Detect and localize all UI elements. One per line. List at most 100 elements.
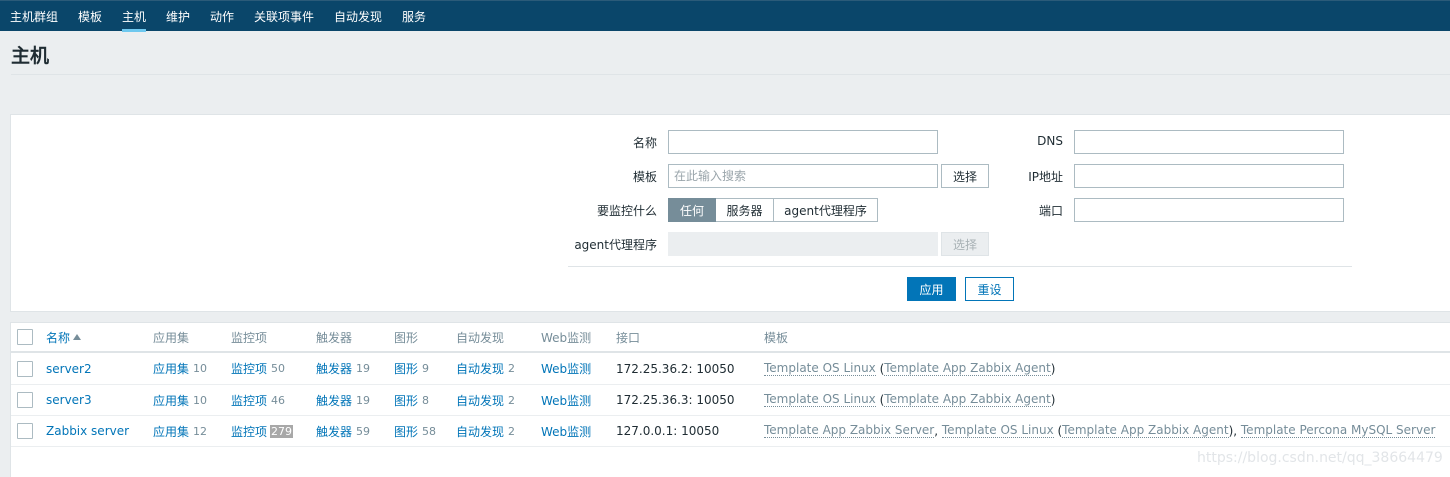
- discovery-count: 2: [508, 424, 516, 438]
- items-count: 46: [271, 393, 286, 407]
- nav-item-maintenance[interactable]: 维护: [166, 8, 190, 32]
- port-label: 端口: [1038, 204, 1063, 218]
- graphs-link[interactable]: 图形: [394, 423, 418, 440]
- items-link[interactable]: 监控项: [231, 392, 267, 409]
- header-graphs: 图形: [394, 330, 419, 345]
- table-row: server3 应用集 10 监控项 46 触发器 19 图形 8 自动发现 2 Web监…: [11, 385, 1450, 416]
- triggers-link[interactable]: 触发器: [316, 360, 352, 377]
- header-applications: 应用集: [153, 330, 190, 345]
- proxy-label: agent代理程序: [574, 238, 657, 252]
- applications-link[interactable]: 应用集: [153, 423, 189, 440]
- page-title: 主机: [11, 45, 50, 67]
- reset-button[interactable]: 重设: [965, 277, 1014, 301]
- applications-count: 12: [193, 424, 208, 438]
- nav-item-discovery[interactable]: 自动发现: [334, 8, 382, 32]
- row-checkbox[interactable]: [17, 360, 33, 377]
- header-triggers: 触发器: [316, 330, 353, 345]
- table-header-row: 名称 应用集 监控项 触发器 图形 自动发现 Web监测 接口 模板: [11, 323, 1450, 353]
- row-checkbox[interactable]: [17, 392, 33, 408]
- monitored-by-selector: 任何 服务器 agent代理程序: [668, 198, 878, 222]
- select-all-checkbox[interactable]: [17, 329, 33, 345]
- dns-label: DNS: [1037, 134, 1063, 148]
- discovery-cell: 自动发现 2: [456, 416, 515, 446]
- host-name-link[interactable]: server2: [46, 353, 92, 384]
- graphs-link[interactable]: 图形: [394, 360, 418, 377]
- applications-count: 10: [193, 362, 208, 375]
- triggers-cell: 触发器 19: [316, 353, 370, 384]
- discovery-cell: 自动发现 2: [456, 353, 515, 384]
- port-input[interactable]: [1074, 198, 1344, 222]
- host-name-link[interactable]: server3: [46, 385, 92, 415]
- nav-item-host-groups[interactable]: 主机群组: [10, 8, 58, 32]
- graphs-count: 58: [422, 424, 437, 438]
- template-link[interactable]: Template OS Linux: [941, 424, 1054, 438]
- discovery-link[interactable]: 自动发现: [456, 392, 504, 409]
- graphs-cell: 图形 58: [394, 416, 436, 446]
- discovery-count: 2: [508, 393, 516, 407]
- discovery-link[interactable]: 自动发现: [456, 360, 504, 377]
- items-count: 279: [270, 424, 294, 438]
- header-name[interactable]: 名称: [46, 323, 82, 351]
- interface-cell: 172.25.36.3: 10050: [616, 393, 735, 407]
- apply-button[interactable]: 应用: [907, 277, 956, 301]
- template-link[interactable]: Template App Zabbix Agent: [1062, 424, 1229, 438]
- monitored-by-proxy[interactable]: agent代理程序: [774, 198, 878, 222]
- web-link[interactable]: Web监测: [541, 385, 591, 415]
- header-web: Web监测: [541, 330, 592, 345]
- triggers-count: 19: [356, 393, 371, 407]
- templates-cell: Template OS Linux (Template App Zabbix A…: [764, 353, 1055, 384]
- items-cell: 监控项 46: [231, 385, 285, 415]
- applications-cell: 应用集 10: [153, 353, 207, 384]
- graphs-cell: 图形 9: [394, 353, 429, 384]
- template-select-button[interactable]: 选择: [941, 164, 989, 188]
- graphs-count: 9: [422, 362, 430, 375]
- header-templates: 模板: [764, 330, 789, 345]
- header-name-label: 名称: [46, 330, 71, 345]
- triggers-link[interactable]: 触发器: [316, 392, 352, 409]
- applications-cell: 应用集 12: [153, 416, 207, 446]
- web-link[interactable]: Web监测: [541, 353, 591, 384]
- triggers-link[interactable]: 触发器: [316, 423, 352, 440]
- template-link[interactable]: Template OS Linux: [764, 361, 876, 376]
- title-divider: [11, 74, 1450, 75]
- triggers-cell: 触发器 19: [316, 385, 370, 415]
- items-link[interactable]: 监控项: [231, 360, 267, 377]
- template-search-input[interactable]: [668, 164, 938, 188]
- template-link[interactable]: Template App Zabbix Agent: [884, 393, 1051, 407]
- discovery-cell: 自动发现 2: [456, 385, 515, 415]
- template-label: 模板: [632, 170, 657, 184]
- name-label: 名称: [632, 136, 657, 150]
- nav-item-event-correlation[interactable]: 关联项事件: [254, 8, 314, 32]
- proxy-input: [668, 232, 938, 256]
- graphs-cell: 图形 8: [394, 385, 429, 415]
- template-link[interactable]: Template App Zabbix Agent: [884, 361, 1051, 376]
- web-link[interactable]: Web监测: [541, 416, 591, 446]
- applications-link[interactable]: 应用集: [153, 392, 189, 409]
- items-count: 50: [271, 362, 286, 375]
- nav-item-templates[interactable]: 模板: [78, 8, 102, 32]
- ip-input[interactable]: [1074, 164, 1344, 188]
- nav-item-actions[interactable]: 动作: [210, 8, 234, 32]
- filter-panel: 名称 模板 选择 要监控什么 任何 服务器 agent代理程序 agent代理程…: [10, 114, 1450, 312]
- host-name-link[interactable]: Zabbix server: [46, 416, 129, 446]
- row-checkbox[interactable]: [17, 423, 33, 439]
- template-link[interactable]: Template OS Linux: [764, 393, 876, 407]
- monitored-by-server[interactable]: 服务器: [716, 198, 774, 222]
- discovery-link[interactable]: 自动发现: [456, 423, 504, 440]
- templates-cell: Template OS Linux (Template App Zabbix A…: [764, 385, 1055, 415]
- template-link[interactable]: Template Percona MySQL Server: [1240, 424, 1436, 438]
- name-input[interactable]: [668, 130, 938, 154]
- nav-item-services[interactable]: 服务: [402, 8, 426, 32]
- header-items: 监控项: [231, 330, 268, 345]
- graphs-link[interactable]: 图形: [394, 392, 418, 409]
- template-link[interactable]: Template App Zabbix Server: [764, 424, 935, 438]
- templates-cell: Template App Zabbix Server, Template OS …: [764, 416, 1436, 446]
- triggers-count: 19: [356, 362, 371, 375]
- monitored-by-any[interactable]: 任何: [668, 198, 716, 222]
- applications-link[interactable]: 应用集: [153, 360, 189, 377]
- dns-input[interactable]: [1074, 130, 1344, 154]
- proxy-select-button: 选择: [941, 232, 989, 256]
- nav-item-hosts[interactable]: 主机: [122, 8, 147, 32]
- interface-cell: 172.25.36.2: 10050: [616, 361, 735, 376]
- items-link[interactable]: 监控项: [231, 423, 267, 440]
